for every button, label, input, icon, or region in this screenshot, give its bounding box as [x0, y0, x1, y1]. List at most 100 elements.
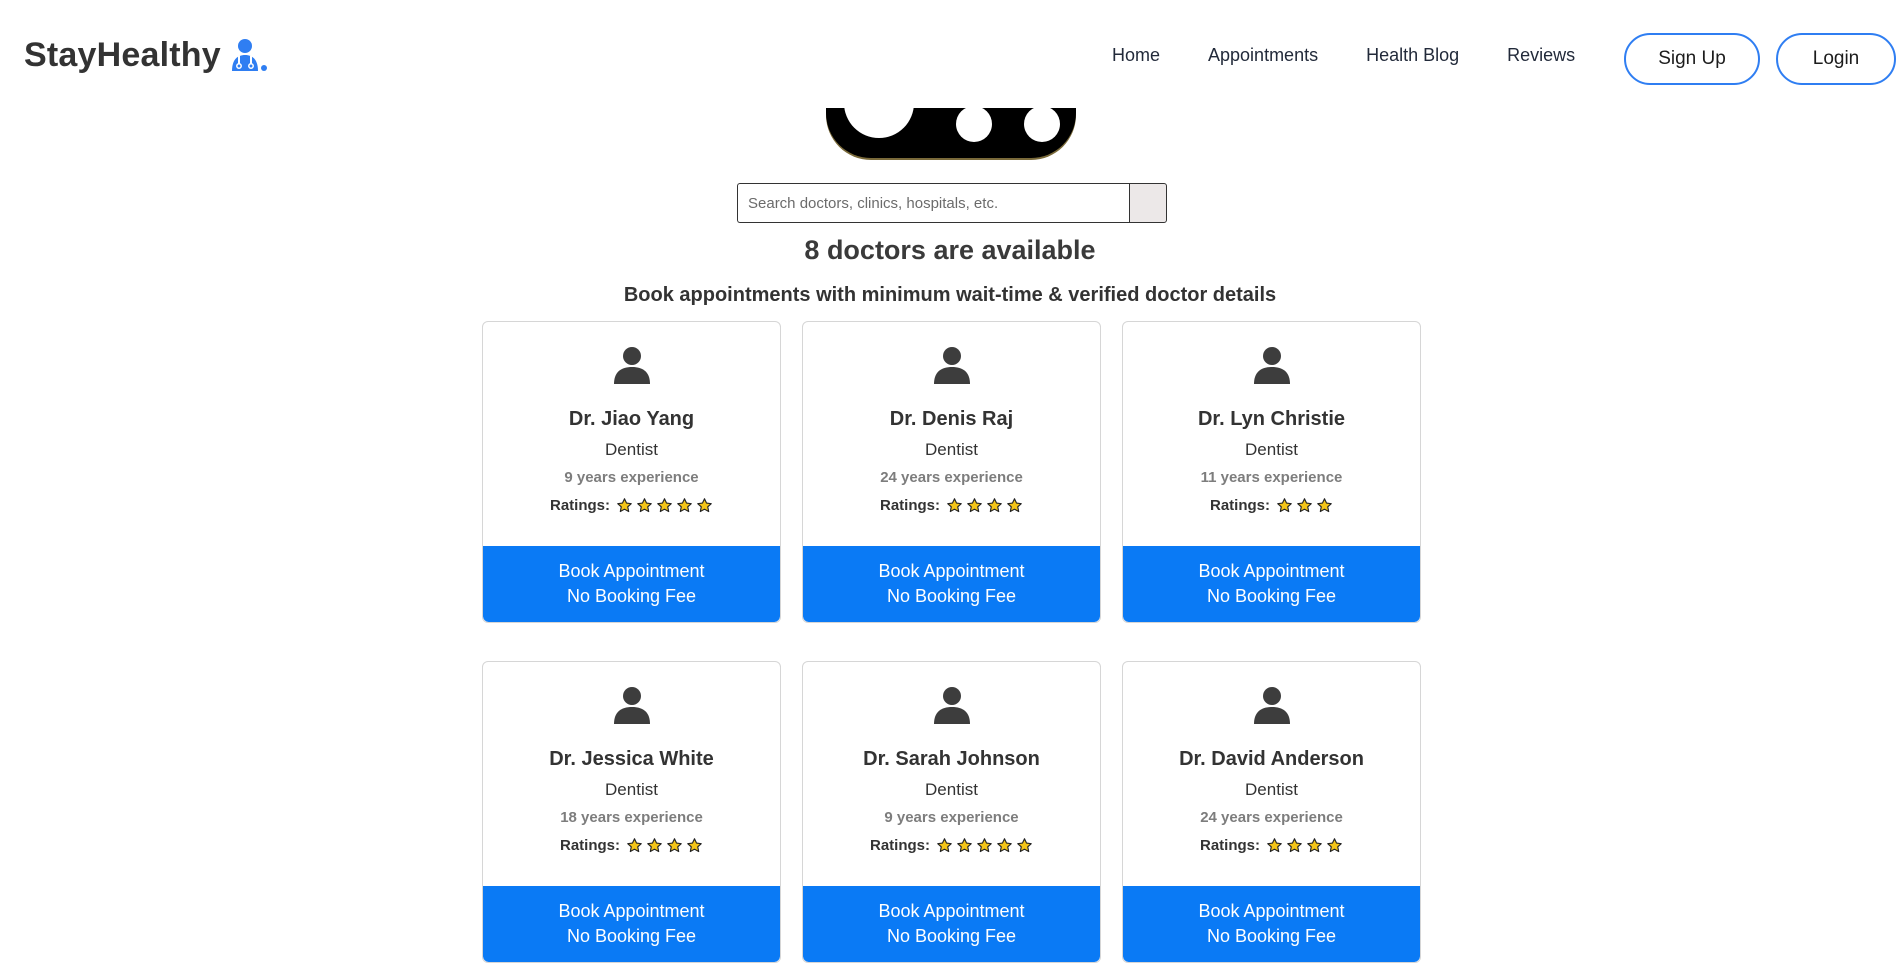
star-icon	[957, 837, 972, 852]
doctor-rating: Ratings:	[483, 834, 780, 856]
sign-up-button[interactable]: Sign Up	[1624, 33, 1760, 85]
doctor-card: Dr. Denis Raj Dentist 24 years experience R…	[802, 321, 1101, 623]
ratings-label: Ratings:	[550, 496, 610, 514]
star-icon	[647, 837, 662, 852]
ratings-label: Ratings:	[560, 836, 620, 854]
doctor-name: Dr. Jiao Yang	[568, 408, 695, 430]
star-icon	[997, 837, 1012, 852]
nav-link-reviews[interactable]: Reviews	[1507, 45, 1575, 66]
doctors-available-heading: 8 doctors are available	[804, 235, 1096, 265]
doctor-specialty: Dentist	[925, 780, 978, 799]
star-icon	[987, 497, 1002, 512]
ratings-label: Ratings:	[1200, 836, 1260, 854]
main-nav: Home Appointments Health Blog Reviews	[1112, 40, 1575, 70]
ratings-label: Ratings:	[880, 496, 940, 514]
book-appointment-button[interactable]: Book Appointment No Booking Fee	[803, 886, 1100, 962]
star-icon	[1287, 837, 1302, 852]
user-avatar-icon	[614, 687, 650, 724]
doctor-specialty: Dentist	[1245, 780, 1298, 799]
star-icon	[1277, 497, 1292, 512]
doctor-experience: 18 years experience	[560, 809, 703, 826]
no-booking-fee-label: No Booking Fee	[1206, 926, 1337, 946]
no-booking-fee-label: No Booking Fee	[886, 586, 1017, 606]
doctor-rating: Ratings:	[1123, 494, 1420, 516]
book-appointment-label: Book Appointment	[558, 901, 705, 921]
doctor-rating: Ratings:	[1123, 834, 1420, 856]
book-appointment-label: Book Appointment	[878, 561, 1025, 581]
doctor-name: Dr. Denis Raj	[889, 408, 1014, 430]
brand-logo[interactable]: StayHealthy	[24, 33, 269, 77]
user-avatar-icon	[1254, 347, 1290, 384]
ratings-label: Ratings:	[1210, 496, 1270, 514]
hero-shape	[1024, 106, 1060, 142]
book-appointment-button[interactable]: Book Appointment No Booking Fee	[1123, 886, 1420, 962]
star-icon	[1327, 837, 1342, 852]
search-bar	[737, 183, 1167, 223]
search-button[interactable]	[1129, 183, 1167, 223]
doctor-experience: 9 years experience	[564, 469, 699, 486]
book-appointment-button[interactable]: Book Appointment No Booking Fee	[483, 886, 780, 962]
nav-link-appointments[interactable]: Appointments	[1208, 45, 1318, 66]
doctor-experience: 24 years experience	[880, 469, 1023, 486]
star-icon	[967, 497, 982, 512]
doctor-card: Dr. Jiao Yang Dentist 9 years experience Ra…	[482, 321, 781, 623]
star-icon	[937, 837, 952, 852]
booking-subheading: Book appointments with minimum wait-time…	[623, 284, 1277, 306]
doctor-name: Dr. David Anderson	[1179, 748, 1364, 770]
doctor-name: Dr. Sarah Johnson	[863, 748, 1040, 770]
star-icon	[677, 497, 692, 512]
star-icon	[667, 837, 682, 852]
star-icon	[687, 837, 702, 852]
user-avatar-icon	[934, 347, 970, 384]
star-icon	[627, 837, 642, 852]
search-input[interactable]	[737, 183, 1130, 223]
doctor-name: Dr. Jessica White	[549, 748, 714, 770]
doctor-experience: 11 years experience	[1200, 469, 1343, 486]
no-booking-fee-label: No Booking Fee	[566, 586, 697, 606]
star-icon	[1297, 497, 1312, 512]
doctor-experience: 24 years experience	[1200, 809, 1343, 826]
star-icon	[1267, 837, 1282, 852]
doctor-specialty: Dentist	[605, 440, 658, 459]
book-appointment-label: Book Appointment	[1198, 561, 1345, 581]
brand-name[interactable]: StayHealthy	[24, 36, 221, 75]
star-icon	[1317, 497, 1332, 512]
star-icon	[1017, 837, 1032, 852]
star-icon	[697, 497, 712, 512]
nav-link-health-blog[interactable]: Health Blog	[1366, 45, 1459, 66]
book-appointment-button[interactable]: Book Appointment No Booking Fee	[803, 546, 1100, 622]
no-booking-fee-label: No Booking Fee	[566, 926, 697, 946]
star-icon	[657, 497, 672, 512]
star-icon	[637, 497, 652, 512]
doctor-rating: Ratings:	[803, 834, 1100, 856]
doctor-specialty: Dentist	[605, 780, 658, 799]
star-icon	[1307, 837, 1322, 852]
book-appointment-label: Book Appointment	[1198, 901, 1345, 921]
login-button[interactable]: Login	[1776, 33, 1896, 85]
doctor-rating: Ratings:	[483, 494, 780, 516]
doctor-icon	[231, 39, 267, 71]
doctor-card: Dr. David Anderson Dentist 24 years experi…	[1122, 661, 1421, 963]
book-appointment-button[interactable]: Book Appointment No Booking Fee	[483, 546, 780, 622]
doctor-rating: Ratings:	[803, 494, 1100, 516]
doctor-card: Dr. Lyn Christie Dentist 11 years experien…	[1122, 321, 1421, 623]
doctor-name: Dr. Lyn Christie	[1197, 408, 1346, 430]
navbar: StayHealthy Home Appointments Health Blo…	[0, 0, 1900, 108]
ratings-label: Ratings:	[870, 836, 930, 854]
doctor-card: Dr. Sarah Johnson Dentist 9 years experien…	[802, 661, 1101, 963]
star-icon	[977, 837, 992, 852]
star-icon	[1007, 497, 1022, 512]
book-appointment-button[interactable]: Book Appointment No Booking Fee	[1123, 546, 1420, 622]
user-avatar-icon	[1254, 687, 1290, 724]
doctor-card: Dr. Jessica White Dentist 18 years experie…	[482, 661, 781, 963]
no-booking-fee-label: No Booking Fee	[886, 926, 1017, 946]
star-icon	[617, 497, 632, 512]
doctor-specialty: Dentist	[1245, 440, 1298, 459]
doctor-experience: 9 years experience	[884, 809, 1019, 826]
doctor-specialty: Dentist	[925, 440, 978, 459]
no-booking-fee-label: No Booking Fee	[1206, 586, 1337, 606]
nav-link-home[interactable]: Home	[1112, 45, 1160, 66]
star-icon	[947, 497, 962, 512]
book-appointment-label: Book Appointment	[878, 901, 1025, 921]
user-avatar-icon	[614, 347, 650, 384]
